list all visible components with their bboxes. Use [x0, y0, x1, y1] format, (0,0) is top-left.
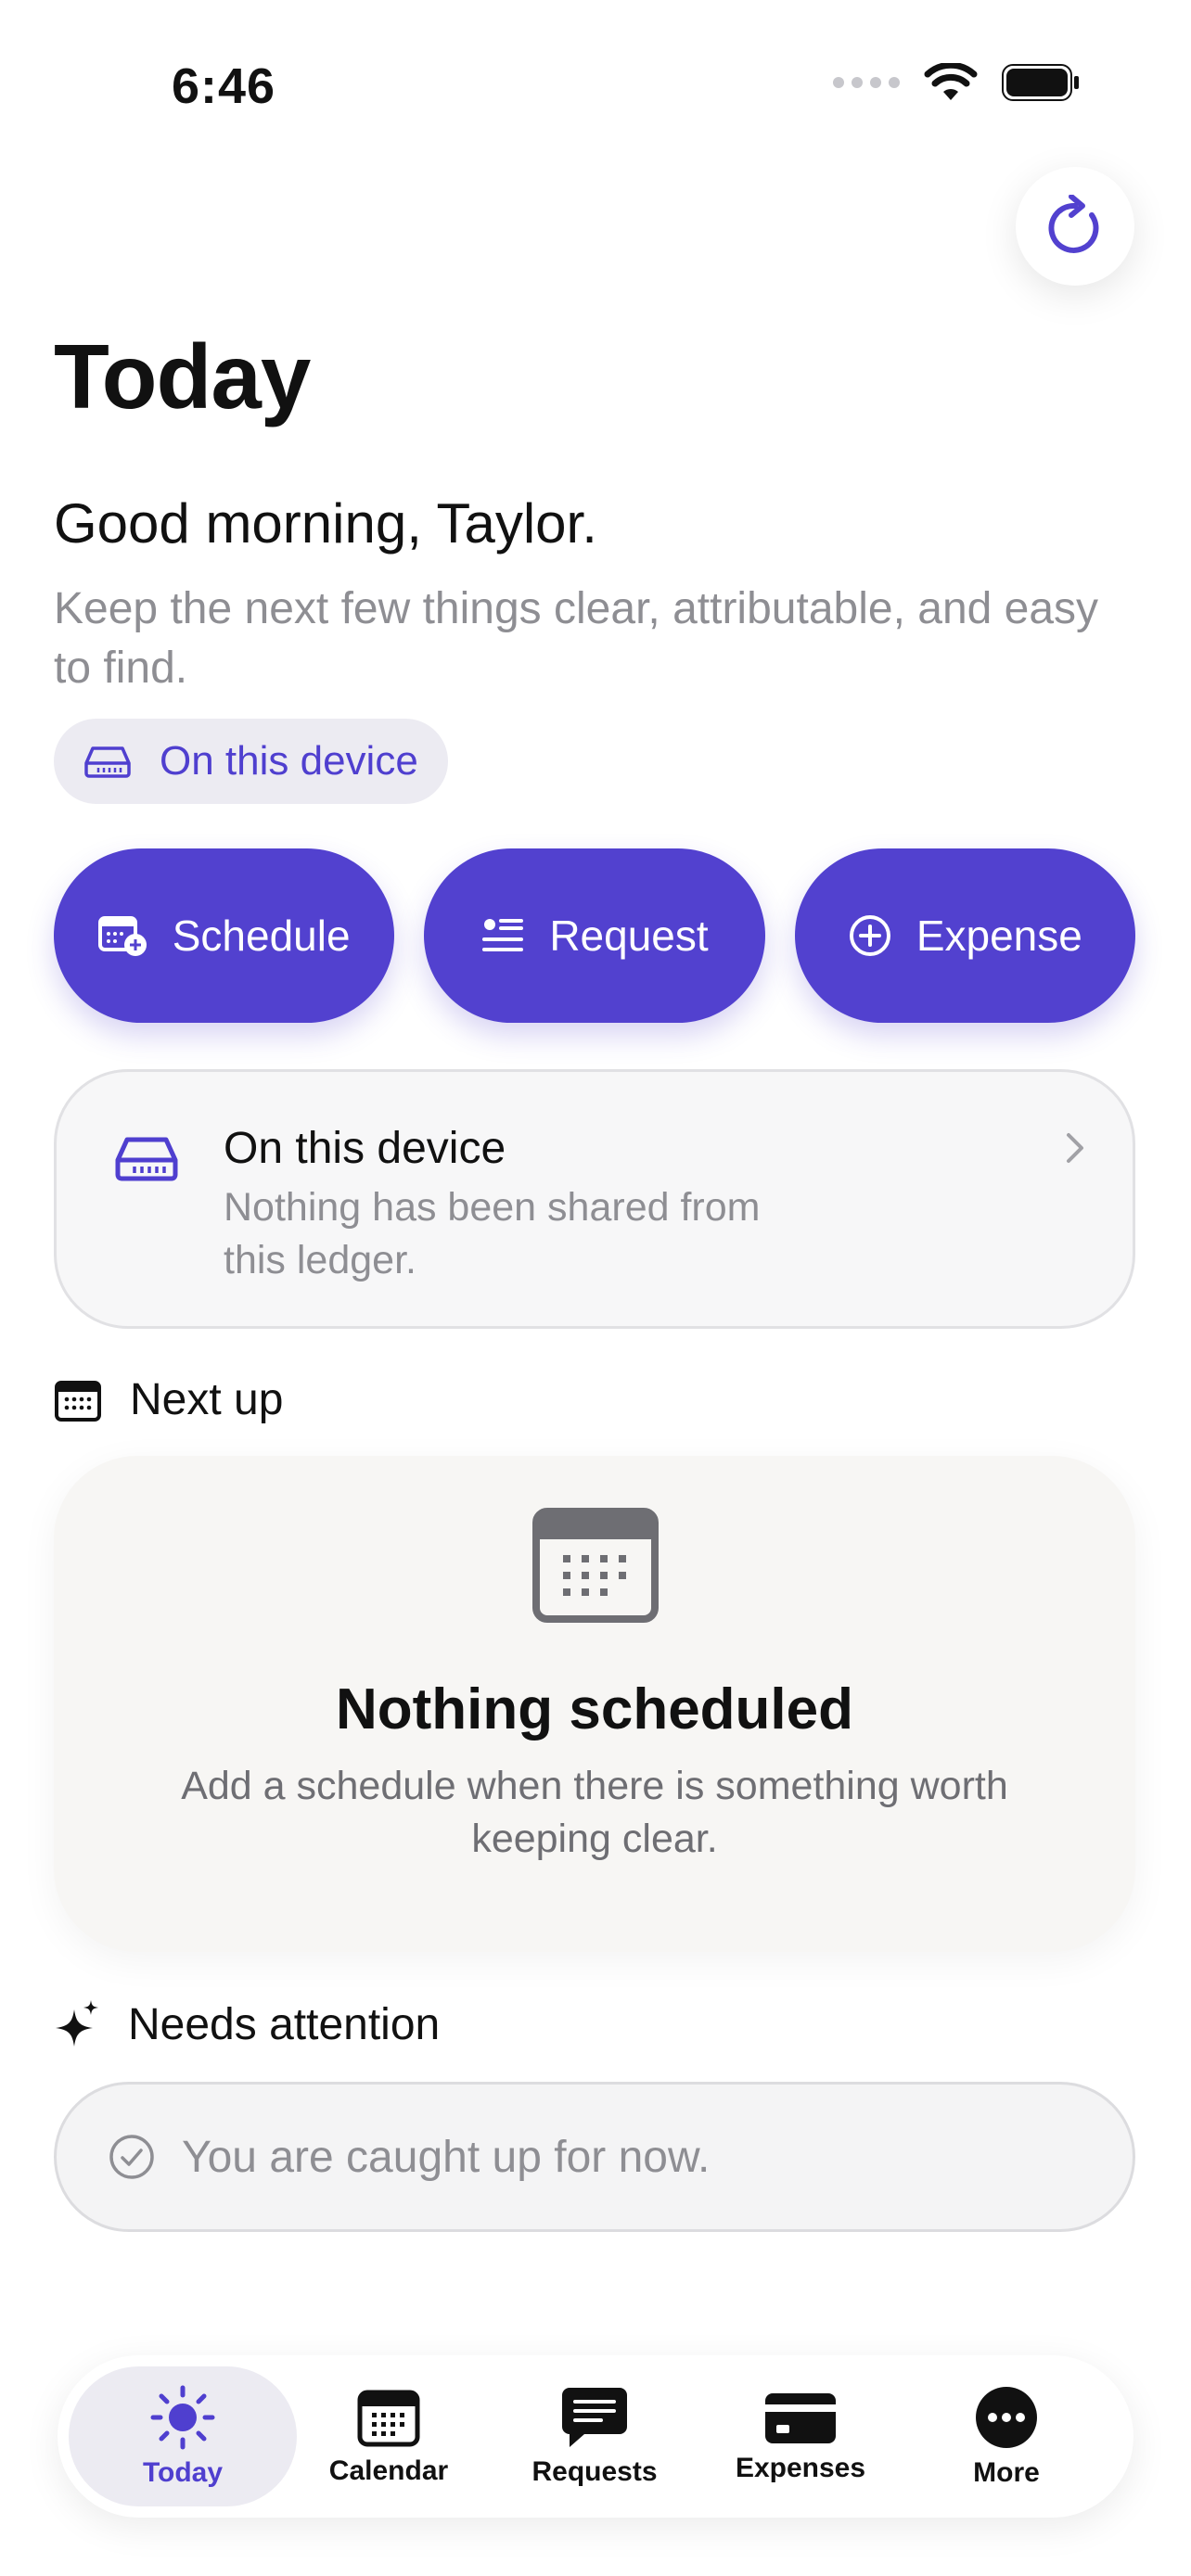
- subtitle: Keep the next few things clear, attribut…: [54, 584, 1099, 693]
- cellular-signal-icon: [833, 77, 900, 88]
- expense-button[interactable]: Expense: [794, 848, 1135, 1023]
- expense-button-label: Expense: [916, 912, 1082, 960]
- needs-attention-title: Needs attention: [128, 1999, 441, 2049]
- schedule-button[interactable]: Schedule: [54, 848, 395, 1023]
- wifi-icon: [924, 63, 978, 100]
- needs-attention-header: Needs attention: [54, 1998, 440, 2050]
- caught-up-message: You are caught up for now.: [54, 2082, 1135, 2232]
- sparkles-icon: [56, 2000, 98, 2047]
- device-card-description: Nothing has been shared from this ledger…: [224, 1185, 761, 1282]
- schedule-button-label: Schedule: [172, 912, 351, 960]
- quick-actions: Schedule Request Expense: [54, 848, 1135, 1023]
- calendar-icon: [357, 2390, 420, 2446]
- empty-state-description: Add a schedule when there is something w…: [181, 1764, 1008, 1861]
- tab-label: Calendar: [328, 2455, 449, 2486]
- device-status-chip[interactable]: On this device: [54, 719, 448, 804]
- tab-label: Requests: [531, 2455, 658, 2487]
- storage-icon: [115, 1137, 178, 1181]
- tab-more[interactable]: More: [892, 2366, 1121, 2506]
- request-button[interactable]: Request: [424, 848, 765, 1023]
- tab-requests[interactable]: Requests: [480, 2366, 709, 2506]
- request-button-label: Request: [549, 912, 709, 960]
- tab-label: Expenses: [735, 2452, 866, 2483]
- tab-label: More: [973, 2456, 1040, 2488]
- device-chip-label: On this device: [160, 738, 418, 784]
- sun-icon: [150, 2385, 215, 2449]
- next-up-header: Next up: [54, 1374, 283, 1425]
- device-sharing-card[interactable]: On this device Nothing has been shared f…: [54, 1069, 1135, 1329]
- tab-today[interactable]: Today: [69, 2366, 297, 2506]
- tab-label: Today: [142, 2456, 224, 2488]
- tab-calendar[interactable]: Calendar: [275, 2366, 503, 2506]
- refresh-button[interactable]: [1016, 167, 1134, 286]
- calendar-add-icon: [97, 916, 147, 956]
- greeting: Good morning, Taylor.: [54, 492, 597, 555]
- tab-expenses[interactable]: Expenses: [686, 2366, 915, 2506]
- device-card-title: On this device: [224, 1124, 506, 1173]
- status-bar: 6:46: [0, 0, 1191, 176]
- message-icon: [562, 2387, 627, 2447]
- page-title: Today: [54, 325, 311, 427]
- storage-icon: [84, 746, 131, 778]
- refresh-icon: [1048, 195, 1099, 253]
- plus-circle-icon: [849, 915, 890, 956]
- credit-card-icon: [765, 2392, 836, 2443]
- caught-up-text: You are caught up for now.: [182, 2132, 711, 2182]
- tab-bar: Today Calendar Requests Expenses More: [58, 2355, 1133, 2518]
- next-up-title: Next up: [130, 1375, 284, 1424]
- status-icons: [833, 63, 1080, 102]
- status-time: 6:46: [172, 58, 276, 114]
- battery-icon: [1002, 64, 1079, 101]
- empty-state-title: Nothing scheduled: [336, 1677, 853, 1741]
- checkmark-circle-icon: [109, 2135, 154, 2179]
- next-up-empty-card: Nothing scheduled Add a schedule when th…: [54, 1456, 1135, 1952]
- chevron-right-icon: [1067, 1133, 1083, 1163]
- calendar-icon: [532, 1508, 659, 1623]
- more-icon: [976, 2386, 1037, 2448]
- list-icon: [482, 919, 524, 951]
- calendar-icon: [55, 1380, 101, 1422]
